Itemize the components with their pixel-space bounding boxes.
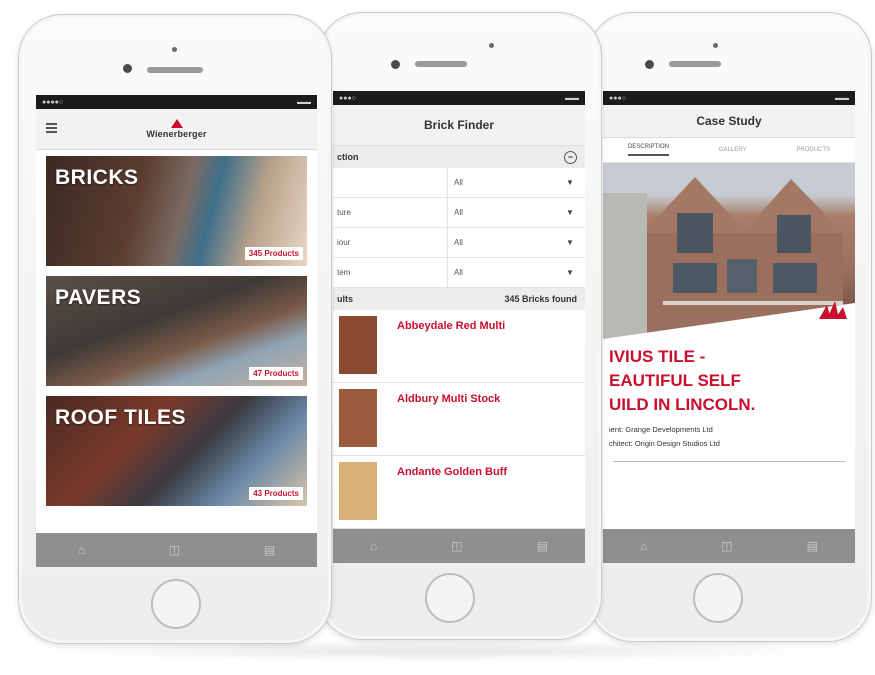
product-name: Aldbury Multi Stock — [397, 393, 501, 405]
filter-label: tem — [337, 268, 351, 277]
filter-value: All — [447, 168, 555, 197]
filter-row[interactable]: ture All ▼ — [333, 198, 585, 228]
front-camera — [645, 60, 654, 69]
tab-products[interactable]: PRODUCTS — [796, 147, 830, 153]
brick-finder-screen: ●●●○ ▬▬ Brick Finder ction − All ▼ ture A… — [333, 91, 585, 563]
tab-search-icon[interactable]: ◫ — [721, 539, 732, 553]
filter-row[interactable]: All ▼ — [333, 168, 585, 198]
category-count-badge: 43 Products — [249, 487, 303, 500]
section-label: ction — [337, 152, 359, 162]
product-list-item[interactable]: Abbeydale Red Multi — [333, 310, 585, 383]
architect-info: chitect: Origin Design Studios Ltd — [609, 439, 720, 448]
home-button[interactable] — [151, 579, 201, 629]
case-study-headline-line: UILD IN LINCOLN. — [609, 395, 756, 414]
home-button[interactable] — [425, 573, 475, 623]
category-count-badge: 345 Products — [244, 247, 303, 260]
tab-saved-icon[interactable]: ▤ — [807, 539, 818, 553]
case-study-headline-line: IVIUS TILE - — [609, 347, 706, 366]
tab-home-icon[interactable]: ⌂ — [78, 543, 85, 557]
filter-value: All — [447, 228, 555, 257]
client-info: ient: Grange Developments Ltd — [609, 425, 713, 434]
home-button[interactable] — [693, 573, 743, 623]
status-bar: ●●●○ ▬▬ — [333, 91, 585, 105]
product-name: Andante Golden Buff — [397, 466, 507, 478]
brick-finder-header: Brick Finder — [333, 105, 585, 146]
status-bar: ●●●●○ ▬▬ — [36, 95, 317, 109]
bottom-tab-bar: ⌂ ◫ ▤ — [603, 529, 855, 563]
tab-saved-icon[interactable]: ▤ — [537, 539, 548, 553]
home-header: Wienerberger — [36, 109, 317, 150]
case-study-body: IVIUS TILE - EAUTIFUL SELF UILD IN LINCO… — [603, 339, 855, 462]
results-section-header: ults 345 Bricks found — [333, 288, 585, 310]
case-study-screen: ●●●○ ▬▬ Case Study DESCRIPTION GALLERY PR… — [603, 91, 855, 563]
product-swatch — [339, 389, 377, 447]
category-card-roof-tiles[interactable]: ROOF TILES 43 Products — [46, 396, 307, 506]
dropdown-arrow-icon[interactable]: ▼ — [555, 268, 585, 277]
building-illustration — [603, 177, 855, 339]
bottom-tab-bar: ⌂ ◫ ▤ — [333, 529, 585, 563]
tab-search-icon[interactable]: ◫ — [169, 543, 180, 557]
status-bar: ●●●○ ▬▬ — [603, 91, 855, 105]
logo-roof-icon — [170, 119, 183, 128]
brand-logo-icon — [819, 301, 847, 319]
category-title: PAVERS — [55, 286, 142, 309]
tab-home-icon[interactable]: ⌂ — [640, 539, 647, 553]
category-title: BRICKS — [55, 166, 139, 189]
results-label: ults — [337, 294, 354, 304]
filter-row[interactable]: tem All ▼ — [333, 258, 585, 288]
filter-value: All — [447, 198, 555, 227]
dropdown-arrow-icon[interactable]: ▼ — [555, 178, 585, 187]
tab-saved-icon[interactable]: ▤ — [264, 543, 275, 557]
filter-label: iour — [337, 238, 351, 247]
phone-home: ●●●●○ ▬▬ Wienerberger BRICKS 345 Products… — [18, 14, 332, 644]
case-study-tabs: DESCRIPTION GALLERY PRODUCTS — [603, 138, 855, 163]
results-count: 345 Bricks found — [504, 294, 577, 304]
case-study-header: Case Study — [603, 105, 855, 138]
brand-logo: Wienerberger — [146, 119, 206, 139]
selection-section-header: ction − — [333, 146, 585, 168]
product-swatch — [339, 462, 377, 520]
product-list-item[interactable]: Andante Golden Buff — [333, 456, 585, 529]
tab-home-icon[interactable]: ⌂ — [370, 539, 377, 553]
case-study-photo — [603, 163, 855, 339]
tab-gallery[interactable]: GALLERY — [719, 147, 747, 153]
dropdown-arrow-icon[interactable]: ▼ — [555, 208, 585, 217]
screen-title: Brick Finder — [423, 118, 495, 132]
home-screen: ●●●●○ ▬▬ Wienerberger BRICKS 345 Products… — [36, 95, 317, 567]
front-sensor — [172, 47, 177, 52]
tab-description[interactable]: DESCRIPTION — [627, 144, 669, 156]
screen-title: Case Study — [696, 114, 762, 128]
filter-label: ture — [337, 208, 351, 217]
earpiece-speaker — [669, 61, 721, 67]
product-list-item[interactable]: Aldbury Multi Stock — [333, 383, 585, 456]
category-card-pavers[interactable]: PAVERS 47 Products — [46, 276, 307, 386]
product-name: Abbeydale Red Multi — [397, 320, 506, 332]
front-camera — [123, 64, 132, 73]
front-sensor — [489, 43, 494, 48]
case-study-headline-line: EAUTIFUL SELF — [609, 371, 741, 390]
tab-search-icon[interactable]: ◫ — [451, 539, 462, 553]
filter-row[interactable]: iour All ▼ — [333, 228, 585, 258]
category-count-badge: 47 Products — [249, 367, 303, 380]
bottom-tab-bar: ⌂ ◫ ▤ — [36, 533, 317, 567]
dropdown-arrow-icon[interactable]: ▼ — [555, 238, 585, 247]
category-card-bricks[interactable]: BRICKS 345 Products — [46, 156, 307, 266]
filter-value: All — [447, 258, 555, 287]
product-swatch — [339, 316, 377, 374]
earpiece-speaker — [147, 67, 203, 73]
brand-name: Wienerberger — [146, 129, 207, 139]
category-title: ROOF TILES — [55, 406, 186, 429]
divider — [613, 461, 845, 462]
front-sensor — [713, 43, 718, 48]
collapse-minus-icon[interactable]: − — [564, 150, 577, 164]
front-camera — [391, 60, 400, 69]
phone-brick-finder: ●●●○ ▬▬ Brick Finder ction − All ▼ ture A… — [318, 12, 602, 640]
earpiece-speaker — [415, 61, 467, 67]
hamburger-menu-icon[interactable] — [46, 123, 57, 135]
phone-case-study: ●●●○ ▬▬ Case Study DESCRIPTION GALLERY PR… — [588, 12, 872, 642]
